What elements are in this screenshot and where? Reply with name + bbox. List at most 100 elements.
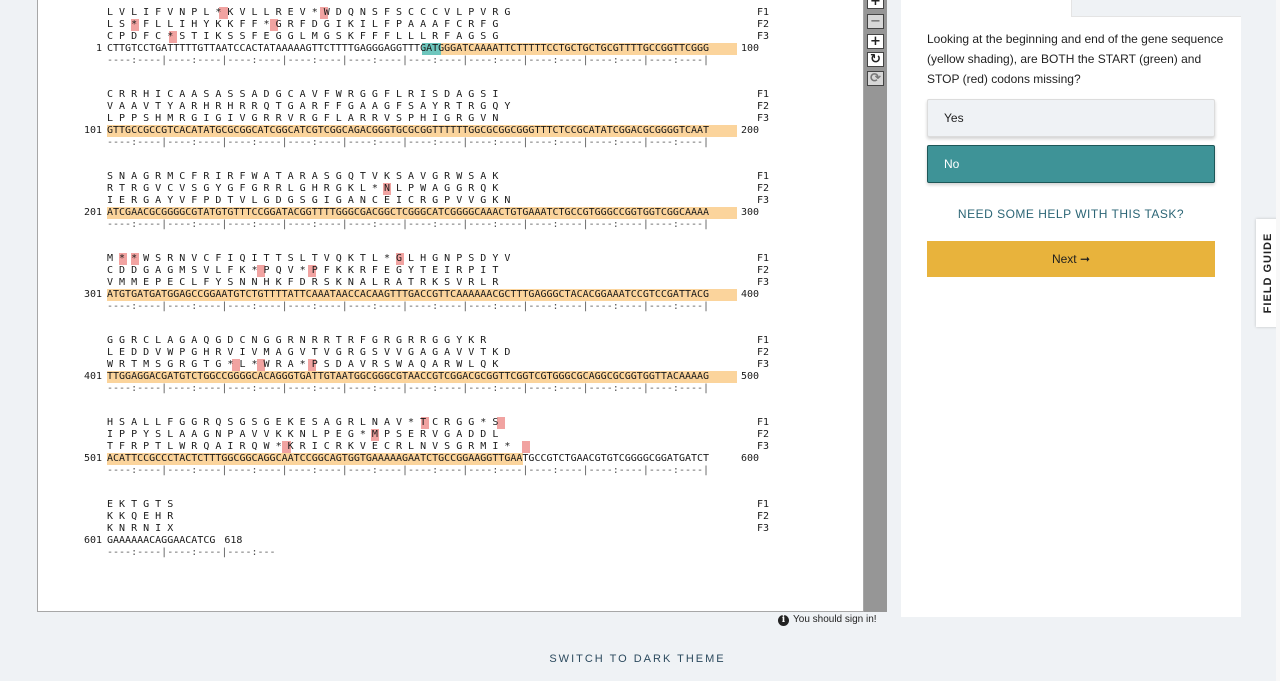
ruler-marks: ----:----|----:----|----:--- [107,547,276,558]
frame-row-f2: R T R G V C V S G Y G F G R R L G H R G … [38,183,863,195]
answer-no[interactable]: No [927,145,1215,183]
dna-sequence: GAAAAAACAGGAACATCG [107,535,216,546]
dna-row: 301 ATGTGATGATGGAGCCGGAATGTCTGTTTTATTCAAA… [38,289,863,301]
frame-label: F1 [757,253,770,264]
frame-row-f1: E K T G T S F1 [38,499,863,511]
position-ruler: ----:----|----:----|----:----|----:----|… [38,383,863,395]
sequence-block: G G R C L A G A Q G D C N G G R N R R T … [38,335,863,413]
position-end: 618 [224,535,243,546]
dna-sequence: ACATTCCGCCCTACTCTTTGGCGGCAGGCAATCCGGCAGT… [107,453,710,464]
zoom-out-button[interactable]: − [867,14,884,29]
dna-sequence: TTGGAGGACGATGTCTGGCCGGGGCACAGGGTGATTGTAA… [107,371,710,382]
ruler-marks: ----:----|----:----|----:----|----:----|… [107,465,710,476]
frame-translation: V M M E P E C L F Y S N N H K F D R S K … [107,277,499,288]
frame-label: F2 [757,183,770,194]
frame-label: F3 [757,113,770,124]
position-ruler: ----:----|----:----|----:----|----:----|… [38,137,863,149]
position-ruler: ----:----|----:----|----:----|----:----|… [38,465,863,477]
frame-translation: C R R H I C A A S A S S A D G C A V F W … [107,89,499,100]
sequence-block: E K T G T S F1 K K Q E H R F2 K N R N I X F3 6… [38,499,863,577]
next-button[interactable]: Next ➞ [927,241,1215,277]
frame-translation: L E D D V W P G H R V I V M A G V T V G … [107,347,511,358]
frame-row-f1: C R R H I C A A S A S S A D G C A V F W … [38,89,863,101]
frame-translation: T F R P T L W R Q A I R Q W * K R I C R … [107,441,511,452]
ruler-marks: ----:----|----:----|----:----|----:----|… [107,219,710,230]
move-icon[interactable]: + [867,0,884,9]
subject-viewer: L V L I F V N P L * K V L L R E V * W D … [37,0,864,612]
sequence-block: L V L I F V N P L * K V L L R E V * W D … [38,7,863,85]
frame-row-f3: W R T M S G R G T G * L * W R A * P S D … [38,359,863,371]
dna-row: 401 TTGGAGGACGATGTCTGGCCGGGGCACAGGGTGATTG… [38,371,863,383]
dna-sequence: CTTGTCCTGATTTTTGTTAATCCACTATAAAAAGTTCTTT… [107,43,710,54]
position-ruler: ----:----|----:----|----:--- [38,547,863,559]
position-ruler: ----:----|----:----|----:----|----:----|… [38,219,863,231]
frame-row-f3: I E R G A Y V F P D T V L G D G S G I G … [38,195,863,207]
sequence-block: S N A G R M C F R I R F W A T A R A S G … [38,171,863,249]
dna-row: 501 ACATTCCGCCCTACTCTTTGGCGGCAGGCAATCCGGC… [38,453,863,465]
frame-row-f1: L V L I F V N P L * K V L L R E V * W D … [38,7,863,19]
frame-label: F1 [757,417,770,428]
frame-label: F1 [757,7,770,18]
frame-translation: G G R C L A G A Q G D C N G G R N R R T … [107,335,487,346]
task-question: Looking at the beginning and end of the … [927,32,1224,86]
dna-row: 201 ATCGAACGCGGGGCGTATGTGTTTCCGGATACGGTTT… [38,207,863,219]
frame-translation: L S * F L L I H Y K K F F * G R F D G I … [107,19,499,30]
frame-translation: C P D F C * S T I K S S F E G G L M G S … [107,31,499,42]
position-start: 1 [95,43,102,54]
frame-label: F3 [757,359,770,370]
position-start: 601 [83,535,102,546]
position-end: 100 [741,43,760,54]
frame-translation: V A A V T Y A R H R H R R Q T G A R F F … [107,101,511,112]
position-end: 200 [741,125,760,136]
position-start: 201 [83,207,102,218]
position-start: 401 [83,371,102,382]
frame-translation: R T R G V C V S G Y G F G R R L G H R G … [107,183,499,194]
answer-yes[interactable]: Yes [927,99,1215,137]
position-start: 101 [83,125,102,136]
reset-view-button[interactable]: ⟳ [867,71,884,86]
frame-label: F1 [757,499,770,510]
position-end: 500 [741,371,760,382]
dna-sequence: ATGTGATGATGGAGCCGGAATGTCTGTTTTATTCAAATAA… [107,289,710,300]
frame-row-f2: L E D D V W P G H R V I V M A G V T V G … [38,347,863,359]
frame-label: F3 [757,523,770,534]
frame-label: F2 [757,347,770,358]
field-guide-label: FIELD GUIDE [1262,232,1274,314]
tab-strip [1071,0,1241,17]
position-start: 301 [83,289,102,300]
dark-theme-toggle[interactable]: SWITCH TO DARK THEME [0,653,1275,665]
dna-row: 101 GTTGCCGCCGTCACATATGCGCGGCATCGGCATCGTC… [38,125,863,137]
frame-translation: S N A G R M C F R I R F W A T A R A S G … [107,171,499,182]
frame-translation: H S A L L F G G R Q S G S G E K E S A G … [107,417,499,428]
frame-label: F2 [757,265,770,276]
ruler-marks: ----:----|----:----|----:----|----:----|… [107,301,710,312]
signin-text[interactable]: You should sign in! [793,614,877,625]
rotate-button[interactable]: ↻ [867,52,884,67]
zoom-in-button[interactable]: + [867,34,884,49]
frame-label: F1 [757,335,770,346]
frame-row-f3: K N R N I X F3 [38,523,863,535]
frame-translation: I P P Y S L A A G N P A V V K K N L P E … [107,429,499,440]
ruler-marks: ----:----|----:----|----:----|----:----|… [107,55,710,66]
ruler-marks: ----:----|----:----|----:----|----:----|… [107,383,710,394]
frame-row-f1: G G R C L A G A Q G D C N G G R N R R T … [38,335,863,347]
frame-row-f1: H S A L L F G G R Q S G S G E K E S A G … [38,417,863,429]
frame-row-f3: C P D F C * S T I K S S F E G G L M G S … [38,31,863,43]
frame-label: F3 [757,31,770,42]
frame-row-f3: V M M E P E C L F Y S N N H K F D R S K … [38,277,863,289]
help-link[interactable]: NEED SOME HELP WITH THIS TASK? [927,207,1215,221]
frame-label: F2 [757,19,770,30]
ruler-marks: ----:----|----:----|----:----|----:----|… [107,137,710,148]
position-end: 600 [741,453,760,464]
frame-row-f3: L P P S H M R G I G I V G R R V R G F L … [38,113,863,125]
frame-translation: K N R N I X [107,523,174,534]
zoom-toolbar: + − + ↻ ⟳ [864,0,887,612]
dna-sequence: GTTGCCGCCGTCACATATGCGCGGCATCGGCATCGTCGGC… [107,125,710,136]
info-icon: i [778,615,789,626]
stop-codon-mark [521,441,531,453]
frame-row-f1: M * * W S R N V C F I Q I T T S L T V Q … [38,253,863,265]
frame-label: F3 [757,195,770,206]
position-end: 400 [741,289,760,300]
position-end: 300 [741,207,760,218]
frame-label: F2 [757,101,770,112]
